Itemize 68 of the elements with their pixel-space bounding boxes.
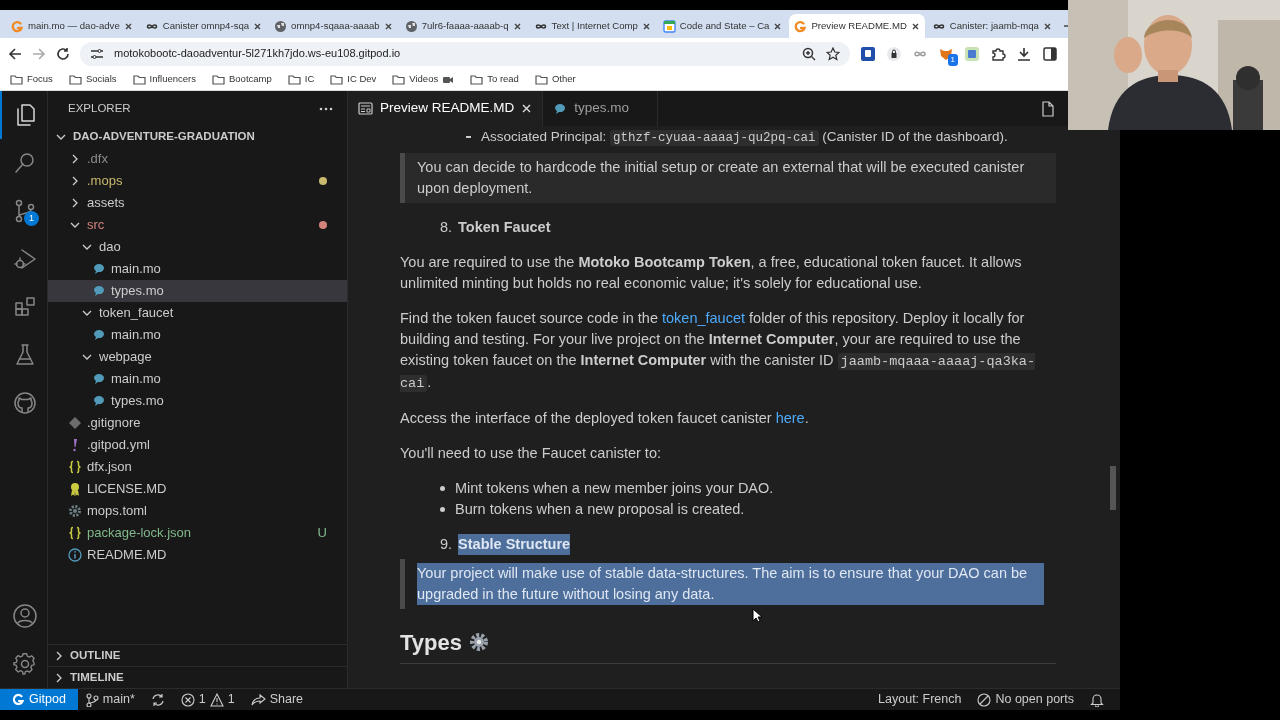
tree-item[interactable]: .gitignore: [48, 412, 347, 434]
browser-tab[interactable]: Preview README.MD: [789, 14, 925, 38]
bookmark-folder[interactable]: Videos: [392, 72, 455, 87]
tree-item[interactable]: LICENSE.MD: [48, 478, 347, 500]
list-item: Mint tokens when a new member joins your DAO.: [455, 479, 774, 498]
bookmark-folder[interactable]: Socials: [68, 72, 117, 87]
tree-item[interactable]: .dfx: [48, 148, 347, 170]
list-number: 8.: [440, 218, 453, 237]
paragraph: You are required to use the Motoko Bootcamp Token, a free, educational token faucet. It allows unlimited minting but holds no real economic value; it's solely for educational use.: [400, 253, 1023, 293]
share-button[interactable]: Share: [242, 689, 312, 710]
tree-item[interactable]: assets: [48, 192, 347, 214]
browser-tab[interactable]: omnp4-sqaaa-aaaab: [269, 14, 398, 38]
paragraph: You'll need to use the Faucet canister to:: [400, 444, 662, 463]
git-status: U: [317, 524, 327, 543]
problems-button[interactable]: 1 1: [172, 689, 243, 710]
panel-header[interactable]: OUTLINE: [48, 644, 347, 666]
browser-tab[interactable]: Canister omnp4-sqa: [139, 14, 268, 38]
tree-item[interactable]: main.mo: [48, 368, 347, 390]
section-heading: Types: [400, 631, 462, 653]
editor-tab[interactable]: Preview README.MD: [348, 91, 544, 126]
tree-item[interactable]: package-lock.json U: [48, 522, 347, 544]
tree-item[interactable]: types.mo: [48, 390, 347, 412]
paragraph: Find the token faucet source code in the token_faucet folder of this repository. Deploy it locally for building and testing. For your live project on the Internet Computer, your are required to use the existing token faucet on the Internet Computer with the canister ID jaamb-mqaaa-aaaaj-qa3ka-cai .: [400, 309, 1037, 394]
bookmark-folder[interactable]: IC: [287, 72, 315, 87]
list-item: Associated Principal: gthzf-cyuaa-aaaaj-qu2pq-cai (Canister ID of the dashboard).: [481, 128, 1008, 148]
bookmark-folder[interactable]: To read: [470, 72, 519, 87]
layout-status[interactable]: Layout: French: [870, 689, 970, 710]
tree-item[interactable]: .mops: [48, 170, 347, 192]
tree-item[interactable]: README.MD: [48, 544, 347, 566]
browser-tab[interactable]: Text | Internet Comp: [528, 14, 656, 38]
bookmark-folder[interactable]: Other: [534, 72, 576, 87]
bookmark-folder[interactable]: Influencers: [132, 72, 196, 87]
count-badge: 1: [24, 211, 39, 226]
list-item: Burn tokens when a new proposal is created.: [455, 500, 745, 519]
activity-button[interactable]: 1: [0, 187, 47, 235]
editor-tab[interactable]: types.mo: [543, 91, 659, 126]
list-number: 9.: [440, 535, 453, 554]
list-heading: Token Faucet: [458, 218, 551, 237]
remote-button[interactable]: Gitpod: [0, 689, 78, 710]
tree-item[interactable]: token_faucet: [48, 302, 347, 324]
sidebar-title: EXPLORER: [68, 100, 131, 116]
tree-item[interactable]: types.mo: [48, 280, 347, 302]
address-bar[interactable]: motokobootc-daoadventur-5l271kh7jdo.ws-eu108.gitpod.io: [80, 41, 850, 66]
bookmark-folder[interactable]: IC Dev: [330, 72, 377, 87]
browser-tab[interactable]: main.mo — dao-adve: [6, 14, 138, 38]
paragraph: Access the interface of the deployed token faucet canister here.: [400, 409, 810, 428]
list-heading: Stable Structure: [458, 534, 571, 555]
link[interactable]: token_faucet: [662, 310, 746, 326]
branch-button[interactable]: main*: [77, 689, 143, 710]
tree-item[interactable]: src: [48, 214, 347, 236]
tree-item[interactable]: main.mo: [48, 324, 347, 346]
tree-item[interactable]: .gitpod.yml: [48, 434, 347, 456]
count-badge: 1: [947, 53, 958, 66]
browser-tab[interactable]: Canister: jaamb-mqa: [926, 14, 1057, 38]
bookmark-folder[interactable]: Focus: [10, 72, 53, 87]
tree-item[interactable]: dfx.json: [48, 456, 347, 478]
tree-item[interactable]: main.mo: [48, 258, 347, 280]
browser-tab[interactable]: Code and State – Ca: [657, 14, 788, 38]
tree-item[interactable]: mops.toml: [48, 500, 347, 522]
browser-tab[interactable]: 7ulr6-faaaa-aaaab-q: [399, 14, 527, 38]
quote-text: You can decide to hardcode the initial setup or create an external that will be executed canister upon deployment.: [417, 159, 1025, 196]
quote-text: Your project will make use of stable data-structures. The aim is to ensure that your DAO can be upgraded in the future without losing any data.: [417, 563, 1044, 605]
link[interactable]: here: [775, 410, 805, 426]
bookmark-folder[interactable]: Bootcamp: [212, 72, 272, 87]
tree-item[interactable]: webpage: [48, 346, 347, 368]
project-row[interactable]: DAO-ADVENTURE-GRADUATION: [48, 126, 347, 148]
tree-item[interactable]: dao: [48, 236, 347, 258]
ports-button[interactable]: No open ports: [969, 689, 1082, 710]
